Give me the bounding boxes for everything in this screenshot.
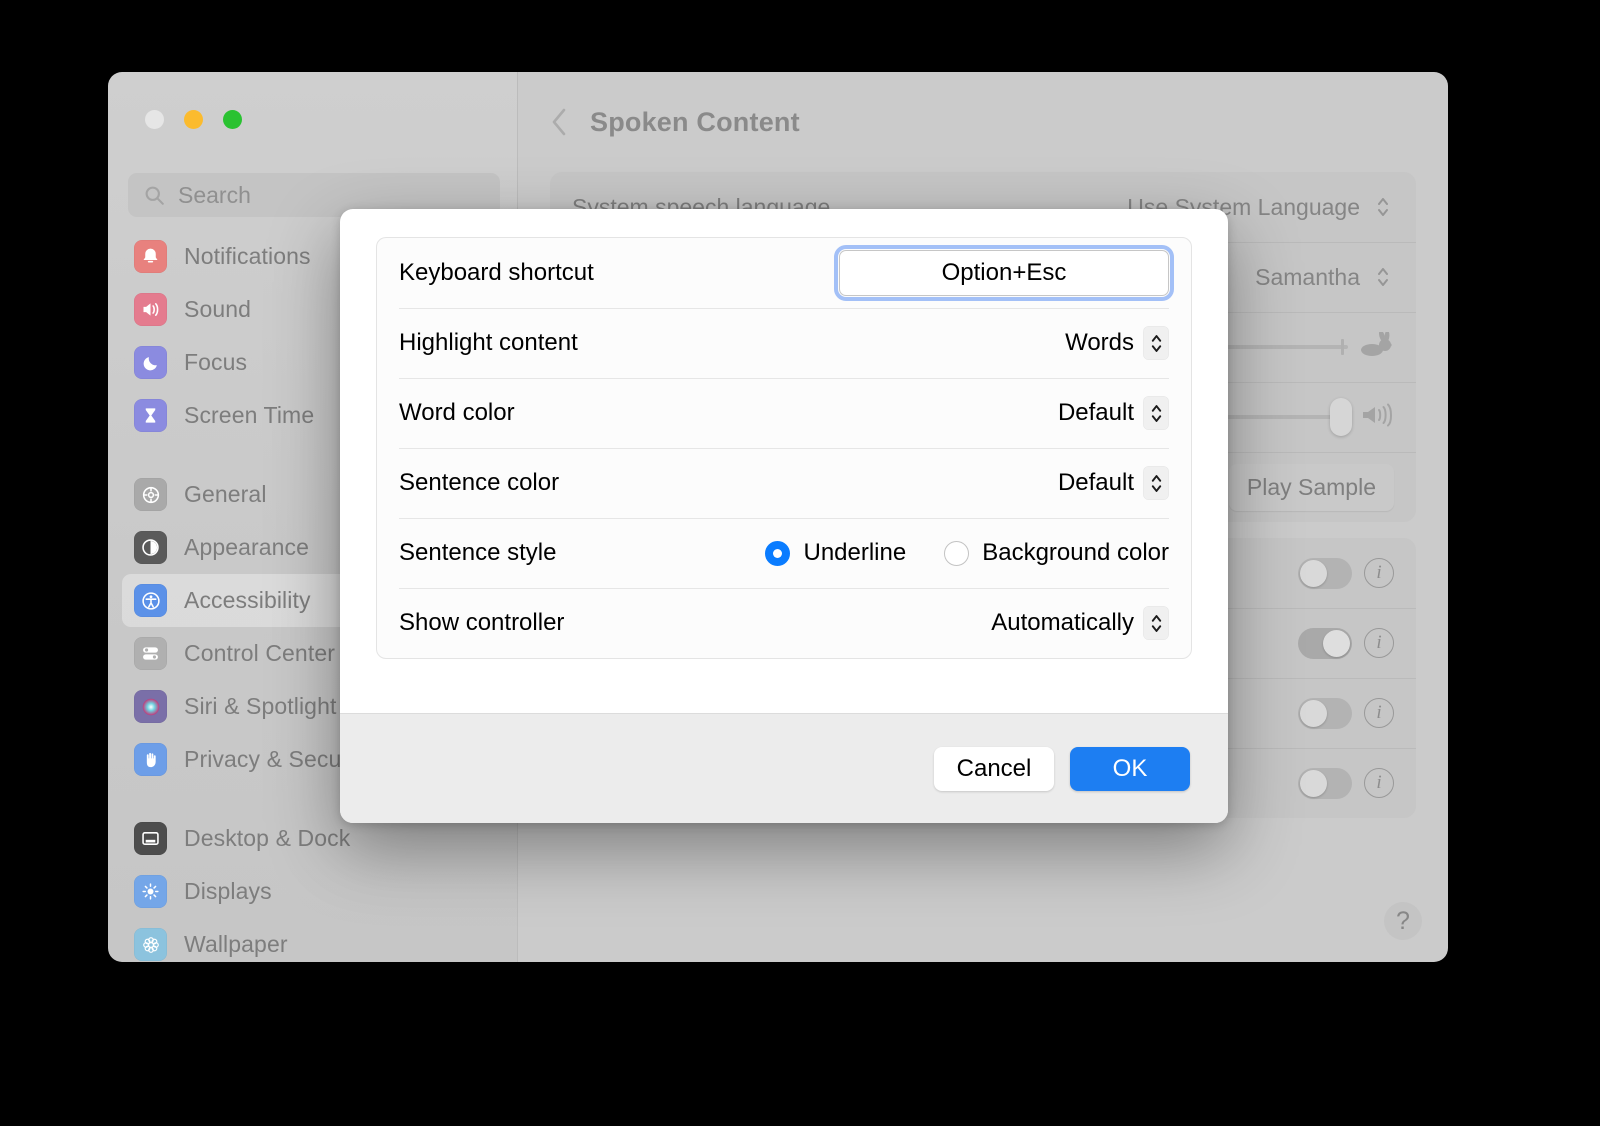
radio-option-underline[interactable]: Underline xyxy=(765,539,906,567)
dialog-row-highlight-content[interactable]: Highlight content Words xyxy=(377,308,1191,378)
speaker-icon xyxy=(1360,402,1394,433)
info-icon[interactable]: i xyxy=(1364,558,1394,588)
cancel-button[interactable]: Cancel xyxy=(934,747,1054,791)
row-label: Keyboard shortcut xyxy=(399,259,839,287)
row-label: Word color xyxy=(399,399,1058,427)
keyboard-shortcut-field[interactable]: Option+Esc xyxy=(839,250,1169,296)
dialog-body: Keyboard shortcut Option+Esc Highlight c… xyxy=(340,209,1228,713)
radio-label: Background color xyxy=(982,539,1169,567)
sound-icon xyxy=(134,293,167,326)
row-value: Samantha xyxy=(1255,264,1360,291)
sidebar-group: Desktop & Dock Displays Wallpaper xyxy=(108,812,517,962)
general-gear-icon xyxy=(134,478,167,511)
sidebar-item-label: Screen Time xyxy=(184,402,314,429)
row-value: Automatically xyxy=(991,609,1134,637)
displays-icon xyxy=(134,875,167,908)
sidebar-item-label: Appearance xyxy=(184,534,309,561)
chevron-updown-icon[interactable] xyxy=(1143,396,1169,430)
sidebar-item-label: Sound xyxy=(184,296,251,323)
radio-label: Underline xyxy=(803,539,906,567)
toggle-switch[interactable] xyxy=(1298,698,1352,729)
sentence-style-radio-group: Underline Background color xyxy=(765,539,1169,567)
appearance-icon xyxy=(134,531,167,564)
dialog-row-sentence-color[interactable]: Sentence color Default xyxy=(377,448,1191,518)
privacy-hand-icon xyxy=(134,743,167,776)
row-value: Default xyxy=(1058,399,1134,427)
notifications-icon xyxy=(134,240,167,273)
radio-icon[interactable] xyxy=(944,541,969,566)
sidebar-item-label: Desktop & Dock xyxy=(184,825,350,852)
close-button-icon[interactable] xyxy=(145,110,164,129)
minimize-button-icon[interactable] xyxy=(184,110,203,129)
chevron-updown-icon[interactable] xyxy=(1143,466,1169,500)
dialog-footer: Cancel OK xyxy=(340,713,1228,823)
radio-icon[interactable] xyxy=(765,541,790,566)
screen-time-icon xyxy=(134,399,167,432)
dialog-row-word-color[interactable]: Word color Default xyxy=(377,378,1191,448)
page-title: Spoken Content xyxy=(590,107,800,138)
radio-option-background-color[interactable]: Background color xyxy=(944,539,1169,567)
info-icon[interactable]: i xyxy=(1364,698,1394,728)
sidebar-item-label: General xyxy=(184,481,267,508)
play-sample-button[interactable]: Play Sample xyxy=(1229,464,1394,511)
toggle-switch[interactable] xyxy=(1298,558,1352,589)
row-value: Words xyxy=(1065,329,1134,357)
chevron-left-icon[interactable] xyxy=(550,107,568,137)
sidebar-item-wallpaper[interactable]: Wallpaper xyxy=(122,918,503,962)
control-center-icon xyxy=(134,637,167,670)
chevron-updown-icon[interactable] xyxy=(1143,606,1169,640)
siri-icon xyxy=(134,690,167,723)
accessibility-icon xyxy=(134,584,167,617)
ok-button[interactable]: OK xyxy=(1070,747,1190,791)
info-icon[interactable]: i xyxy=(1364,768,1394,798)
chevron-updown-icon[interactable] xyxy=(1372,262,1394,292)
dialog-options-card: Keyboard shortcut Option+Esc Highlight c… xyxy=(376,237,1192,659)
pane-header: Spoken Content xyxy=(518,72,1448,172)
info-icon[interactable]: i xyxy=(1364,628,1394,658)
focus-icon xyxy=(134,346,167,379)
sidebar-item-label: Displays xyxy=(184,878,272,905)
screen: Search Notifications Sound Focus Screen Tim… xyxy=(0,0,1600,1126)
row-label: Sentence color xyxy=(399,469,1058,497)
maximize-button-icon[interactable] xyxy=(223,110,242,129)
traffic-lights xyxy=(145,110,242,129)
dialog-row-show-controller[interactable]: Show controller Automatically xyxy=(377,588,1191,658)
row-value: Default xyxy=(1058,469,1134,497)
wallpaper-icon xyxy=(134,928,167,961)
chevron-updown-icon[interactable] xyxy=(1143,326,1169,360)
sidebar-item-label: Siri & Spotlight xyxy=(184,693,336,720)
sidebar-item-label: Wallpaper xyxy=(184,931,288,958)
sidebar-item-label: Control Center xyxy=(184,640,335,667)
dialog-row-keyboard-shortcut: Keyboard shortcut Option+Esc xyxy=(377,238,1191,308)
toggle-switch[interactable] xyxy=(1298,768,1352,799)
row-label: Show controller xyxy=(399,609,991,637)
chevron-updown-icon[interactable] xyxy=(1372,192,1394,222)
toggle-switch[interactable] xyxy=(1298,628,1352,659)
sidebar-item-label: Accessibility xyxy=(184,587,311,614)
sidebar-item-label: Focus xyxy=(184,349,247,376)
help-button[interactable]: ? xyxy=(1384,902,1422,940)
row-label: Sentence style xyxy=(399,539,765,567)
row-label: Highlight content xyxy=(399,329,1065,357)
sidebar-item-displays[interactable]: Displays xyxy=(122,865,503,918)
dialog-row-sentence-style: Sentence style Underline Background colo… xyxy=(377,518,1191,588)
desktop-dock-icon xyxy=(134,822,167,855)
search-placeholder: Search xyxy=(178,182,251,209)
spoken-content-options-dialog: Keyboard shortcut Option+Esc Highlight c… xyxy=(340,209,1228,823)
sidebar-item-label: Notifications xyxy=(184,243,311,270)
rabbit-icon xyxy=(1360,332,1394,363)
search-icon xyxy=(144,185,165,206)
